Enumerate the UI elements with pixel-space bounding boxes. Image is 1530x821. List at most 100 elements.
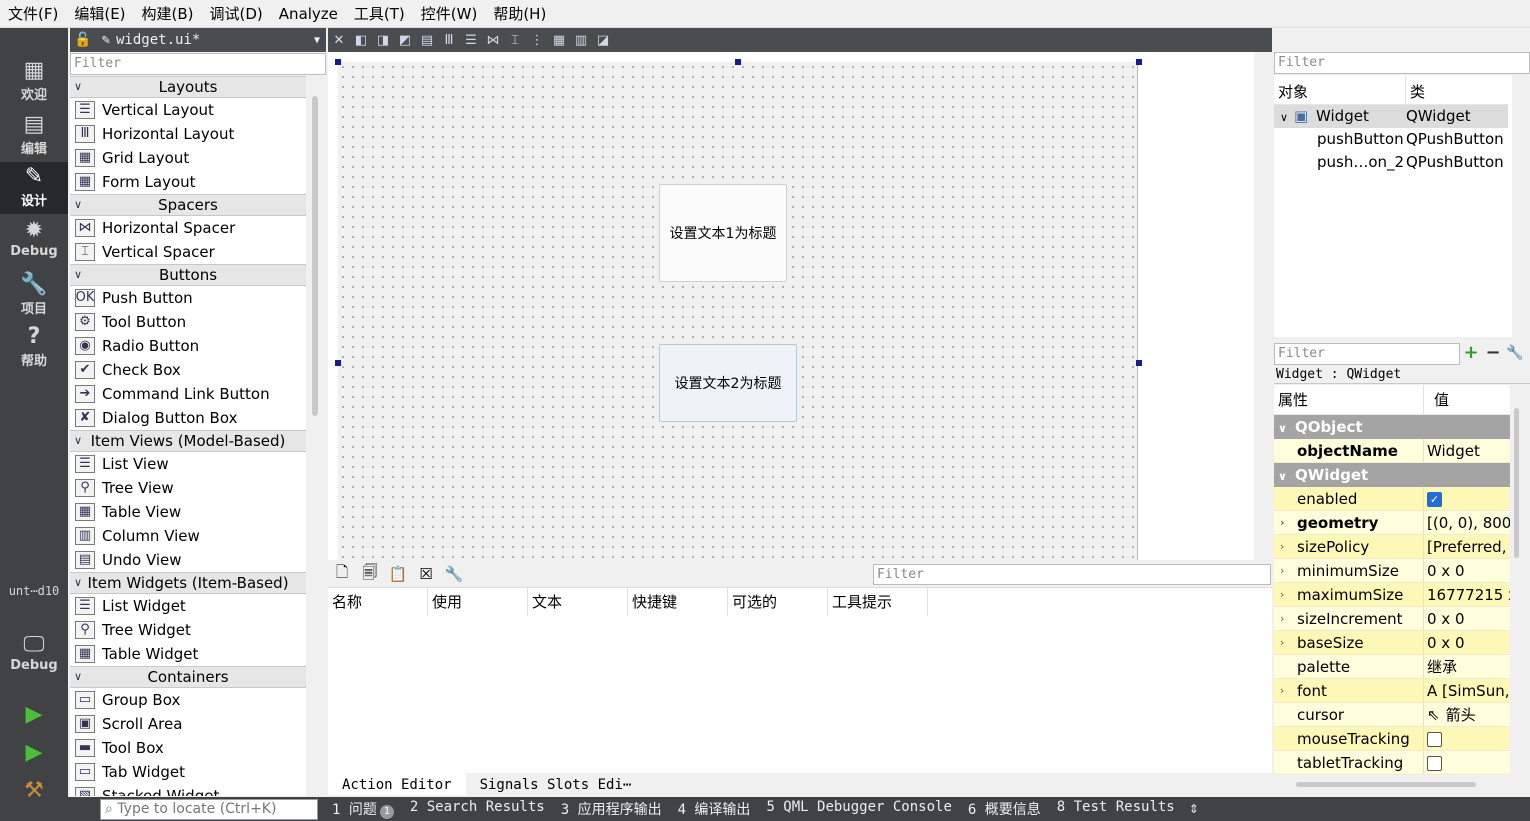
object-inspector-filter[interactable]: Filter [1274, 52, 1530, 74]
add-property-icon[interactable]: + [1460, 342, 1482, 364]
push-button-2[interactable]: 设置文本2为标题 [659, 344, 797, 422]
property-editor-scrollbar[interactable] [1514, 408, 1519, 558]
menu-item[interactable]: 控件(W) [413, 0, 486, 28]
close-document-icon[interactable]: ✕ [328, 33, 350, 48]
output-pane-tab[interactable]: 2 Search Results [402, 799, 553, 819]
widget-item[interactable]: ✘ Dialog Button Box [70, 406, 306, 430]
action-editor-tab[interactable]: Action Editor [328, 773, 466, 795]
layout-form-icon[interactable]: ▦ [548, 33, 570, 48]
widget-item[interactable]: ▥ Column View [70, 524, 306, 548]
object-row[interactable]: pushButton QPushButton [1274, 128, 1508, 151]
widget-category[interactable]: ∨ Containers [70, 666, 306, 688]
property-row[interactable]: palette 继承 [1274, 655, 1510, 679]
widget-item[interactable]: ⌶ Vertical Spacer [70, 240, 306, 264]
layout-vertical-icon[interactable]: ☰ [460, 33, 482, 48]
widget-item[interactable]: ▭ Tab Widget [70, 760, 306, 784]
output-pane-tab[interactable]: 8 Test Results [1049, 799, 1183, 819]
widget-item[interactable]: ⋈ Horizontal Spacer [70, 216, 306, 240]
paste-action-icon[interactable]: 📋 [384, 565, 412, 583]
menu-item[interactable]: 构建(B) [134, 0, 202, 28]
chevron-right-icon[interactable]: › [1280, 559, 1284, 582]
widget-item[interactable]: ◉ Radio Button [70, 334, 306, 358]
chevron-right-icon[interactable]: › [1280, 511, 1285, 534]
column-class[interactable]: 类 [1406, 75, 1425, 104]
property-row[interactable]: › geometry [(0, 0), 800 x 500] [1274, 511, 1510, 535]
property-value[interactable]: ⇖ 箭头 [1424, 703, 1510, 726]
property-row[interactable]: › maximumSize 16777215 x 16777215 [1274, 583, 1510, 607]
new-action-icon[interactable]: 🗋 [328, 562, 356, 587]
mode-4[interactable]: 🔧 项目 [0, 270, 68, 322]
widget-box-filter[interactable]: Filter [70, 53, 326, 75]
property-row[interactable]: › baseSize 0 x 0 [1274, 631, 1510, 655]
widget-category[interactable]: ∨ Layouts [70, 76, 306, 98]
menu-item[interactable]: 文件(F) [0, 0, 66, 28]
form-widget[interactable]: 设置文本1为标题 设置文本2为标题 [338, 62, 1138, 560]
widget-item[interactable]: ⚲ Tree View [70, 476, 306, 500]
property-row[interactable]: mouseTracking [1274, 727, 1510, 751]
chevron-right-icon[interactable]: › [1280, 535, 1284, 558]
build-button[interactable]: ⚒ [0, 778, 68, 803]
widget-item[interactable]: ➔ Command Link Button [70, 382, 306, 406]
edit-widgets-icon[interactable]: ◧ [350, 33, 372, 48]
property-value[interactable]: Widget [1424, 439, 1510, 462]
mode-5[interactable]: ? 帮助 [0, 322, 68, 374]
action-column-header[interactable]: 工具提示 [828, 588, 928, 616]
configure-icon[interactable]: 🔧 [440, 565, 468, 583]
property-value[interactable] [1424, 727, 1510, 750]
output-pane-tab[interactable]: 1 问题 1 [324, 799, 402, 819]
push-button-1[interactable]: 设置文本1为标题 [659, 184, 787, 282]
chevron-down-icon[interactable]: ∨ [1274, 106, 1294, 128]
menu-item[interactable]: 工具(T) [346, 0, 413, 28]
menu-item[interactable]: Analyze [271, 0, 346, 28]
property-value[interactable]: 16777215 x 16777215 [1424, 583, 1510, 606]
column-property[interactable]: 属性 [1274, 385, 1424, 414]
property-editor-hscrollbar[interactable] [1296, 782, 1476, 787]
property-row[interactable]: cursor ⇖ 箭头 [1274, 703, 1510, 727]
output-pane-tab[interactable]: 3 应用程序输出 [553, 799, 670, 819]
widget-item[interactable]: ▦ Grid Layout [70, 146, 306, 170]
property-value[interactable]: A [SimSun, 9] [1424, 679, 1510, 702]
widget-item[interactable]: ▦ Form Layout [70, 170, 306, 194]
widget-item[interactable]: ▧ Stacked Widget [70, 784, 306, 796]
property-value[interactable]: [(0, 0), 800 x 500] [1424, 511, 1510, 534]
widget-category[interactable]: ∨ Item Views (Model-Based) [70, 430, 306, 452]
selection-handle[interactable] [1136, 59, 1142, 65]
property-row[interactable]: › sizeIncrement 0 x 0 [1274, 607, 1510, 631]
widget-item[interactable]: OK Push Button [70, 286, 306, 310]
mode-0[interactable]: ▦ 欢迎 [0, 56, 68, 108]
object-inspector-scrollbar[interactable] [1512, 75, 1530, 337]
mode-2[interactable]: ✎ 设计 [0, 162, 68, 214]
menu-item[interactable]: 调试(D) [202, 0, 271, 28]
object-row[interactable]: push…on_2 QPushButton [1274, 151, 1508, 174]
output-pane-tab[interactable]: 5 QML Debugger Console [758, 799, 959, 819]
widget-category[interactable]: ∨ Item Widgets (Item-Based) [70, 572, 306, 594]
widget-item[interactable]: ☰ List View [70, 452, 306, 476]
property-value[interactable]: 0 x 0 [1424, 631, 1510, 654]
property-value[interactable]: [Preferred, Preferred, 0, 0] [1424, 535, 1510, 558]
layout-splitter-v-icon[interactable]: ⌶ [504, 33, 526, 48]
property-row[interactable]: › font A [SimSun, 9] [1274, 679, 1510, 703]
canvas-scrollbar[interactable] [1256, 52, 1272, 560]
kit-selector-label[interactable]: unt⋯d10 [0, 584, 68, 598]
mode-1[interactable]: ▤ 编辑 [0, 110, 68, 162]
widget-item[interactable]: ☰ List Widget [70, 594, 306, 618]
widget-item[interactable]: Ⅲ Horizontal Layout [70, 122, 306, 146]
column-object[interactable]: 对象 [1274, 75, 1406, 104]
edit-tab-order-icon[interactable]: ▤ [416, 33, 438, 48]
selection-handle[interactable] [735, 59, 741, 65]
widget-item[interactable]: ⚙ Tool Button [70, 310, 306, 334]
edit-buddies-icon[interactable]: ◩ [394, 33, 416, 48]
selection-handle[interactable] [1136, 360, 1142, 366]
object-row[interactable]: ∨ ▣ Widget QWidget [1274, 105, 1508, 128]
layout-splitter-h-icon[interactable]: ⋈ [482, 33, 504, 48]
output-pane-tab[interactable]: 4 编译输出 [670, 799, 759, 819]
run-button[interactable]: ▶ [0, 702, 68, 727]
property-value[interactable]: 0 x 0 [1424, 607, 1510, 630]
chevron-right-icon[interactable]: › [1280, 607, 1284, 630]
action-editor-filter[interactable]: Filter [873, 564, 1271, 585]
property-checkbox[interactable] [1427, 732, 1442, 747]
property-row[interactable]: enabled ✓ [1274, 487, 1510, 511]
widget-category[interactable]: ∨ Spacers [70, 194, 306, 216]
property-value[interactable]: 继承 [1424, 655, 1510, 678]
debug-run-button[interactable]: ▶ [0, 740, 68, 765]
